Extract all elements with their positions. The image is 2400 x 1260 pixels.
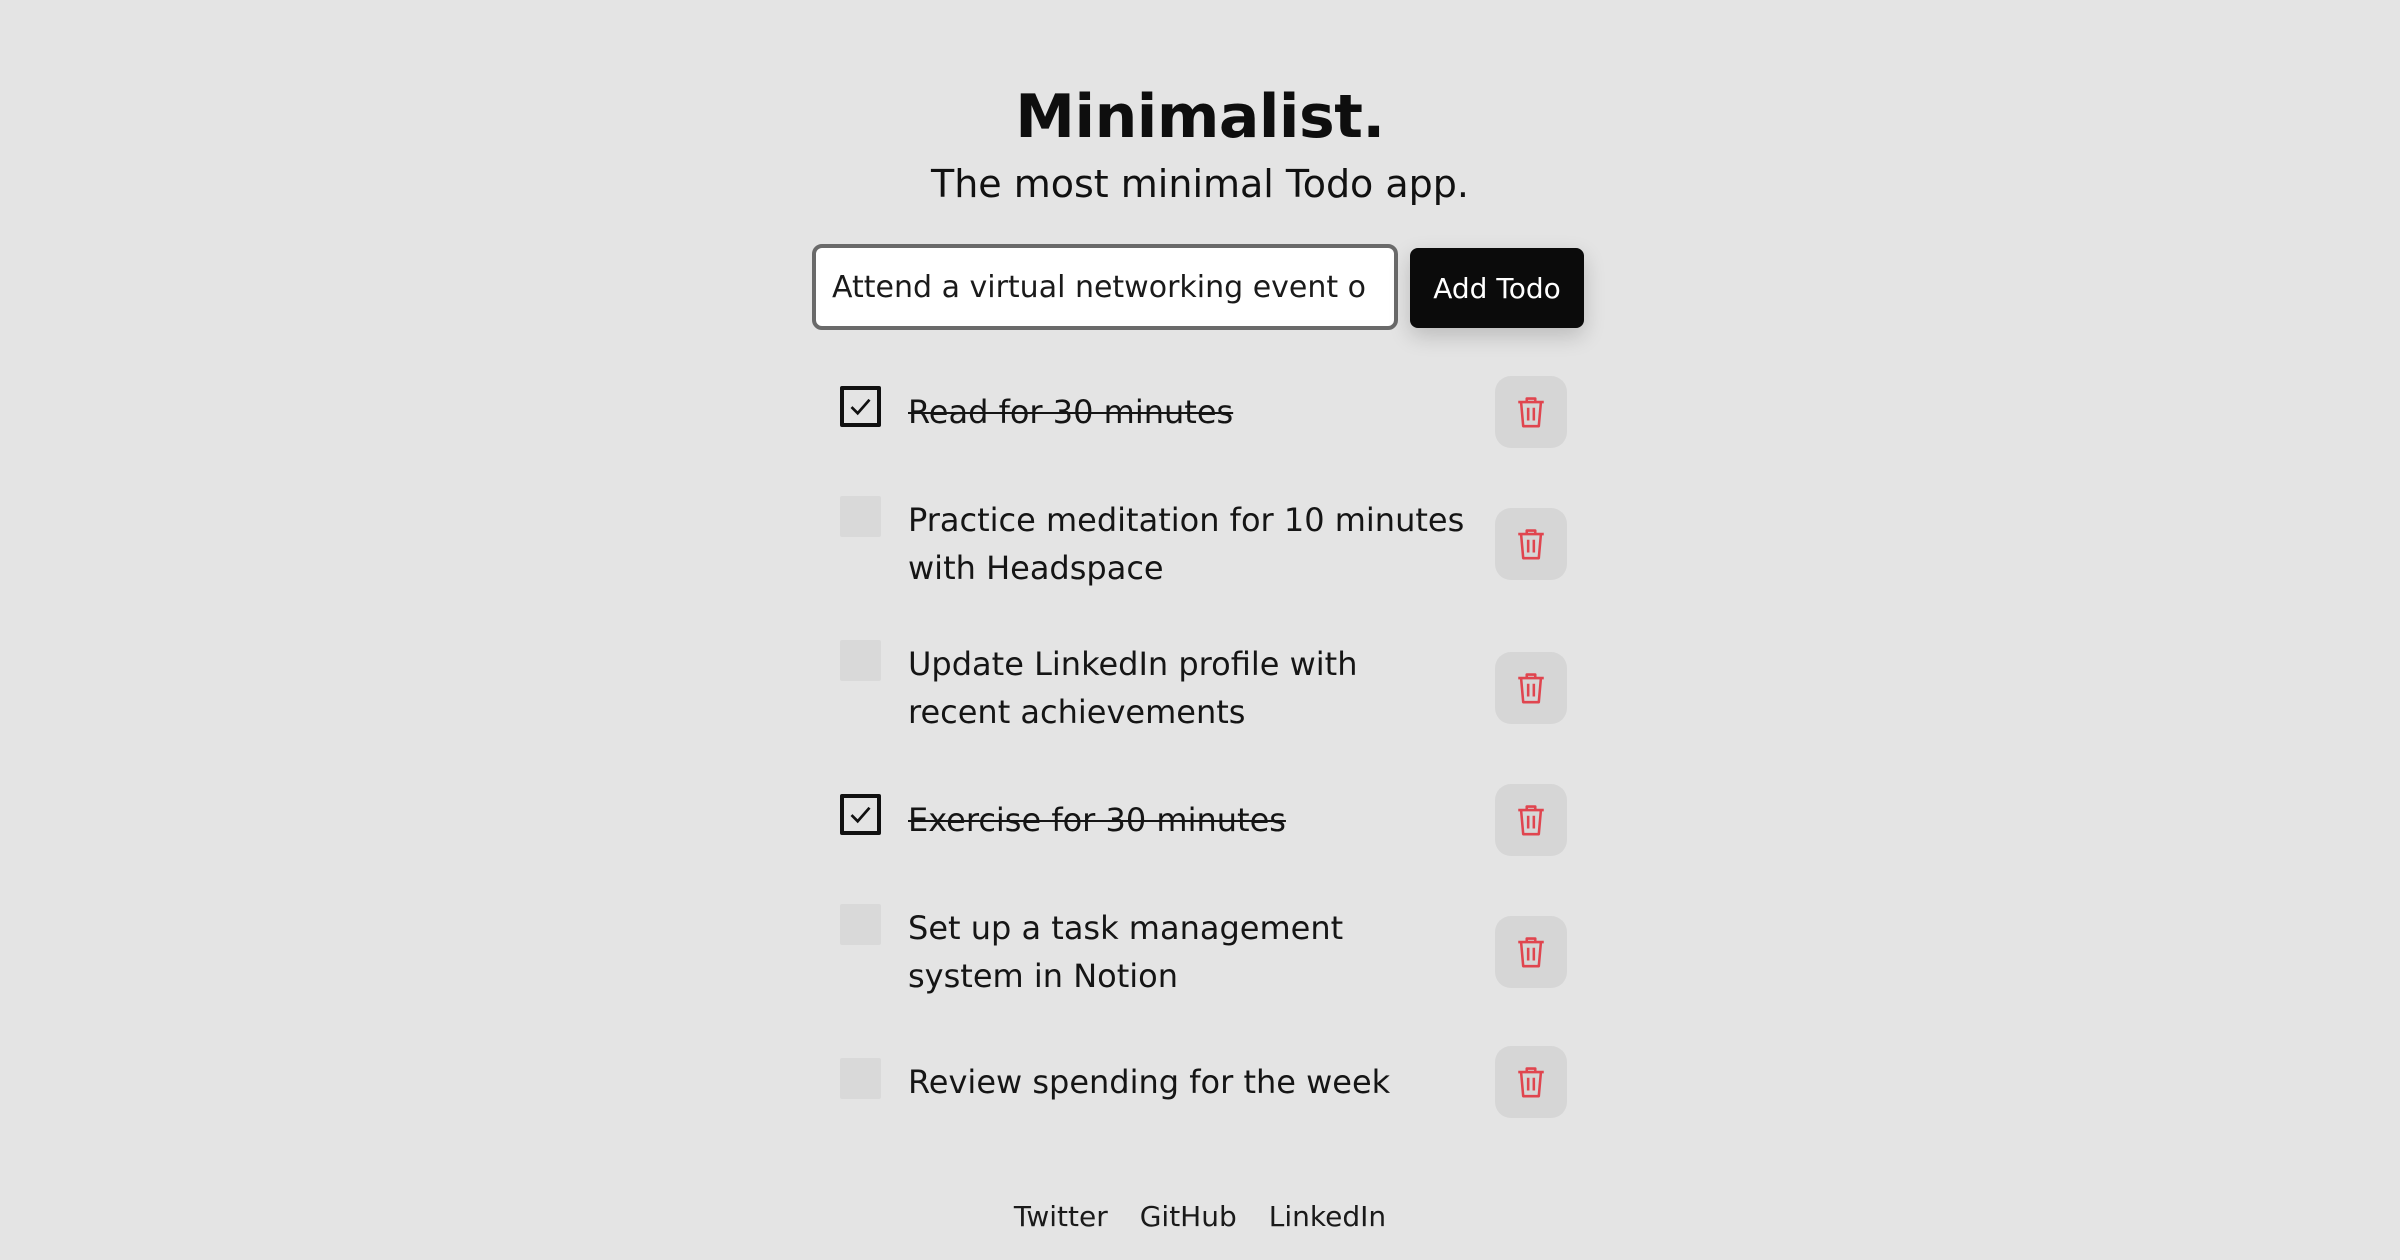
trash-icon	[1518, 1067, 1544, 1098]
todo-item: Update LinkedIn profile with recent achi…	[840, 640, 1574, 736]
todo-checkbox[interactable]	[840, 386, 881, 427]
todo-text: Set up a task management system in Notio…	[908, 909, 1344, 995]
todo-item: Practice meditation for 10 minutes with …	[840, 496, 1574, 592]
check-icon	[850, 806, 871, 824]
add-todo-button[interactable]: Add Todo	[1410, 248, 1584, 328]
todo-text: Exercise for 30 minutes	[908, 801, 1286, 839]
todo-input[interactable]	[812, 244, 1398, 330]
footer-links: Twitter GitHub LinkedIn	[0, 1200, 2400, 1233]
check-icon	[850, 398, 871, 416]
trash-icon	[1518, 397, 1544, 428]
linkedin-link[interactable]: LinkedIn	[1269, 1200, 1386, 1233]
delete-todo-button[interactable]	[1495, 1046, 1567, 1118]
todo-checkbox[interactable]	[840, 794, 881, 835]
trash-icon	[1518, 529, 1544, 560]
todo-item: Review spending for the week	[840, 1046, 1574, 1118]
todo-item: Exercise for 30 minutes	[840, 780, 1574, 856]
todo-app: Minimalist. The most minimal Todo app. A…	[0, 0, 2400, 1260]
todo-checkbox[interactable]	[840, 496, 881, 537]
todo-item: Set up a task management system in Notio…	[840, 904, 1574, 1000]
delete-todo-button[interactable]	[1495, 508, 1567, 580]
delete-todo-button[interactable]	[1495, 652, 1567, 724]
github-link[interactable]: GitHub	[1140, 1200, 1237, 1233]
todo-item: Read for 30 minutes	[840, 372, 1574, 448]
todo-checkbox[interactable]	[840, 1058, 881, 1099]
todo-text: Read for 30 minutes	[908, 393, 1234, 431]
trash-icon	[1518, 937, 1544, 968]
todo-text: Update LinkedIn profile with recent achi…	[908, 645, 1358, 731]
delete-todo-button[interactable]	[1495, 784, 1567, 856]
todo-checkbox[interactable]	[840, 904, 881, 945]
todo-text: Practice meditation for 10 minutes with …	[908, 501, 1465, 587]
todo-text: Review spending for the week	[908, 1063, 1391, 1101]
delete-todo-button[interactable]	[1495, 376, 1567, 448]
twitter-link[interactable]: Twitter	[1014, 1200, 1108, 1233]
trash-icon	[1518, 805, 1544, 836]
trash-icon	[1518, 673, 1544, 704]
delete-todo-button[interactable]	[1495, 916, 1567, 988]
app-title: Minimalist.	[1015, 82, 1385, 152]
app-subtitle: The most minimal Todo app.	[930, 162, 1469, 206]
todo-checkbox[interactable]	[840, 640, 881, 681]
